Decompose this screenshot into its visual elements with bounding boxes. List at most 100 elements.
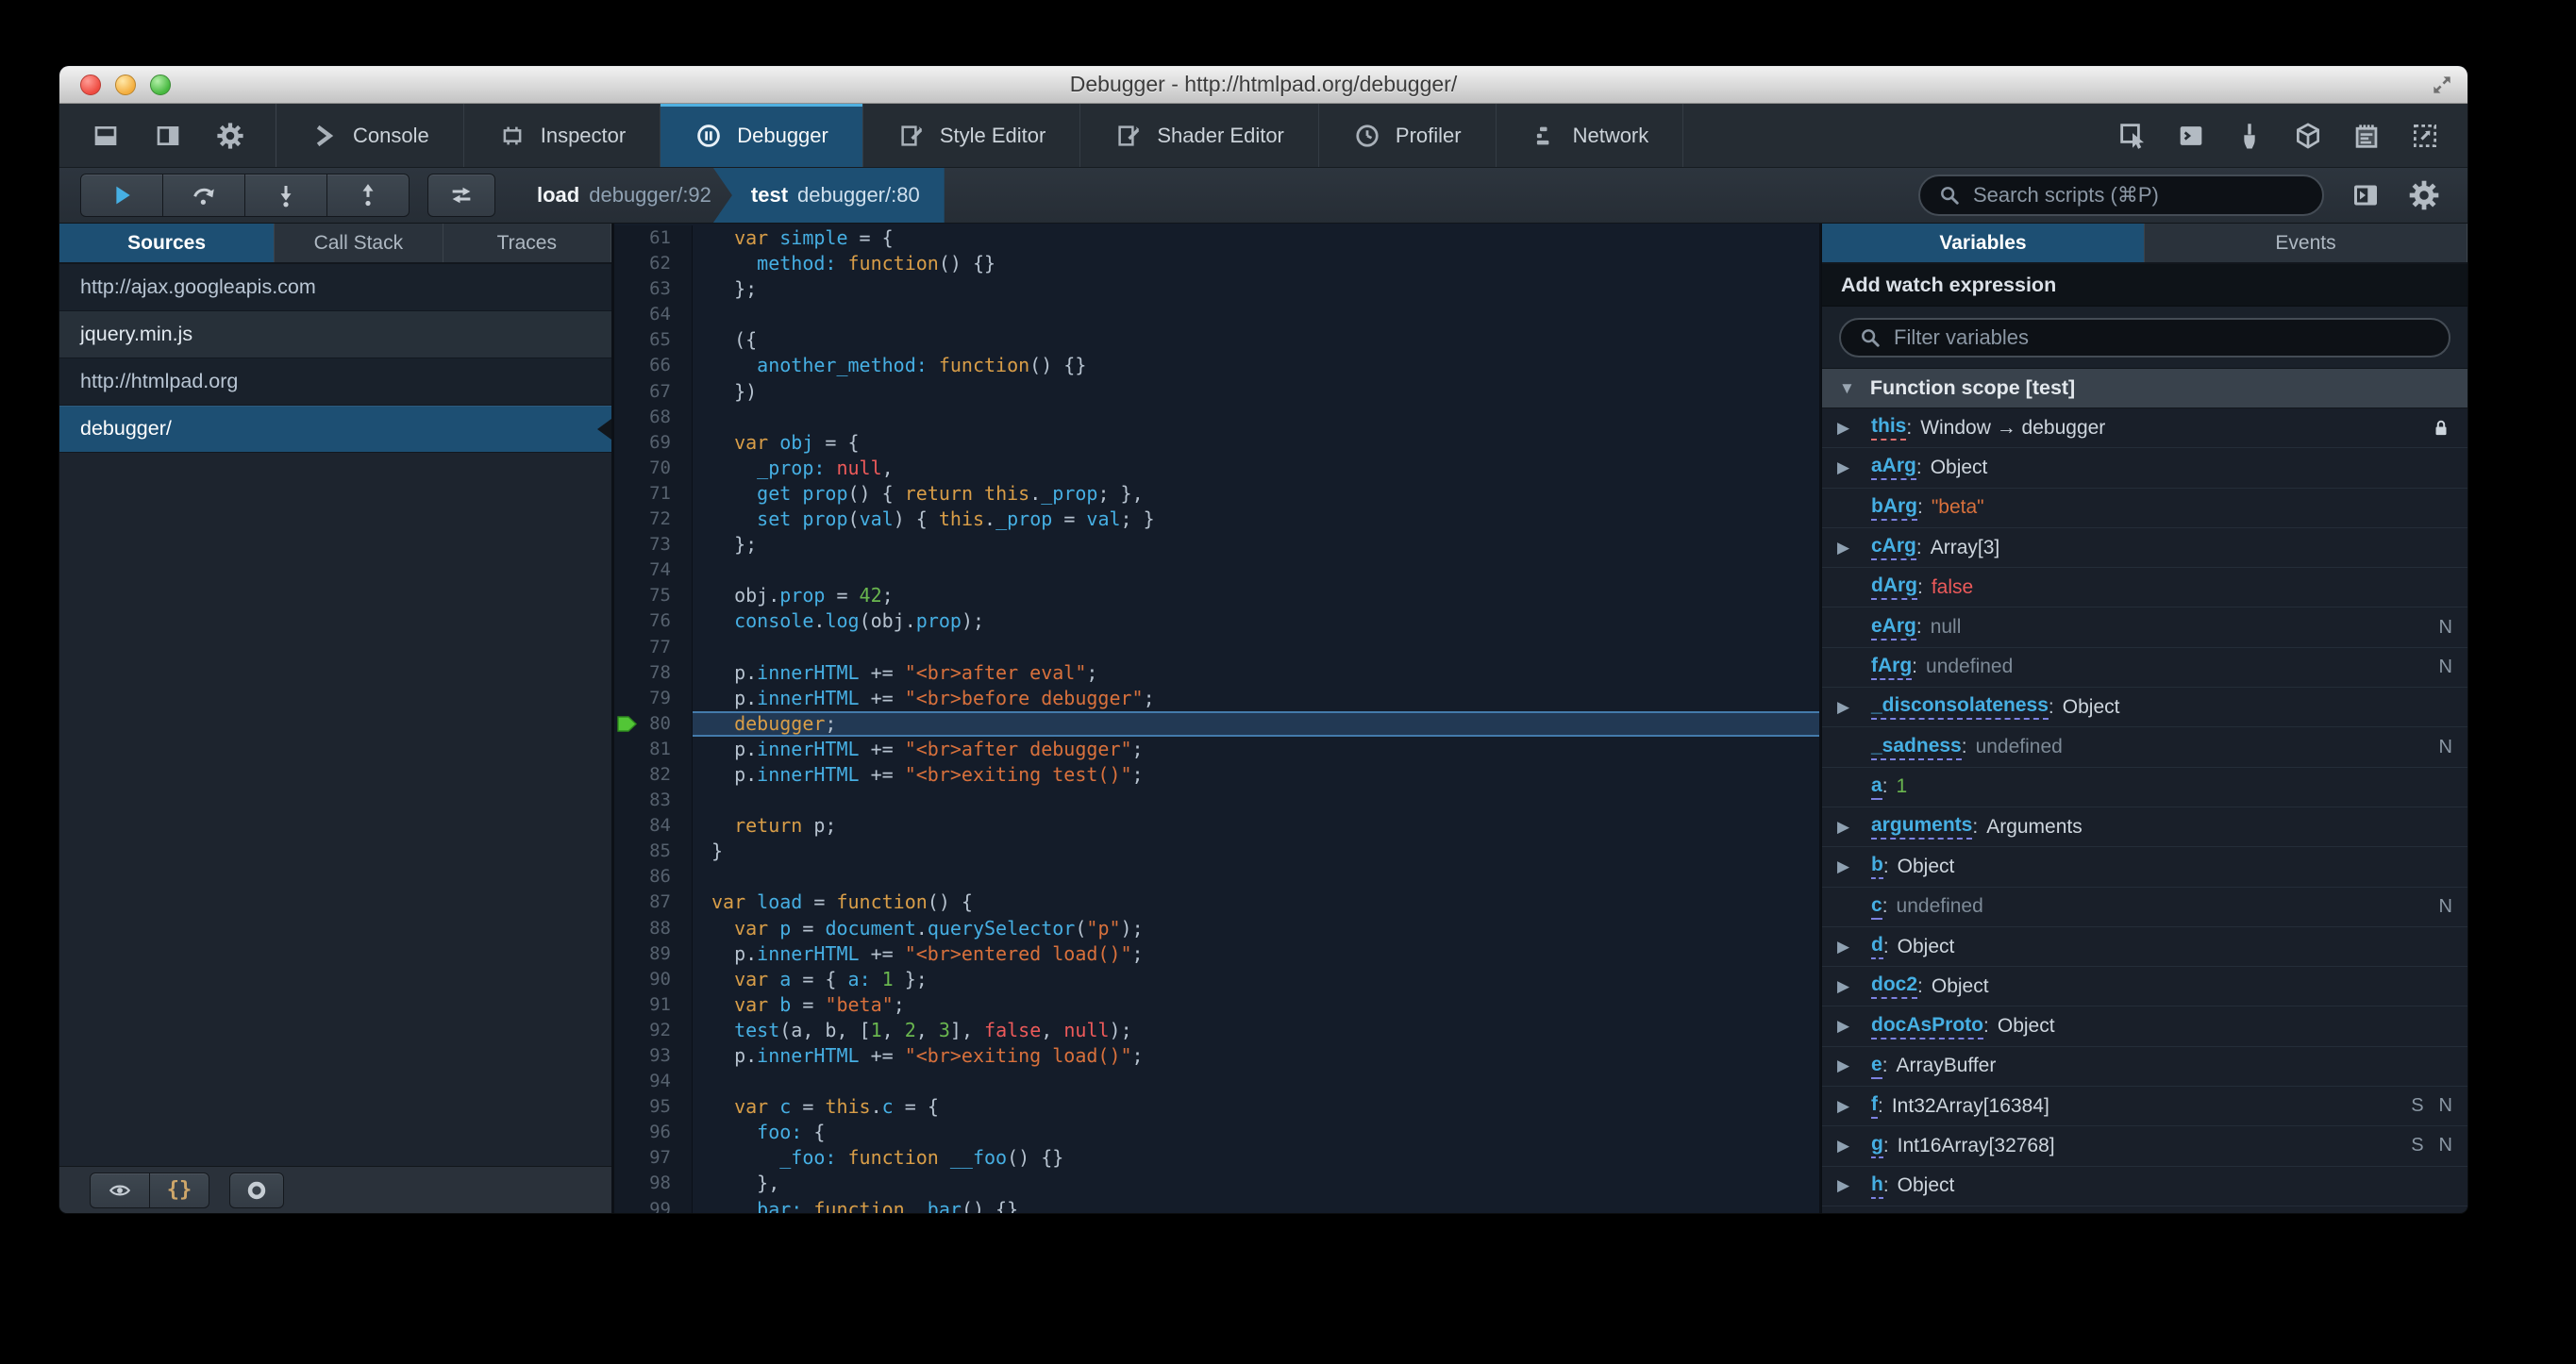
variables-tab-variables[interactable]: Variables <box>1822 224 2145 262</box>
code-text[interactable]: var a = { a: 1 }; <box>693 967 1819 992</box>
variable-row-earg[interactable]: eArg: null N <box>1822 607 2467 648</box>
code-text[interactable]: console.log(obj.prop); <box>693 608 1819 634</box>
paintbrush-icon[interactable] <box>2233 120 2266 152</box>
pick-element-icon[interactable] <box>2116 120 2149 152</box>
blackbox-toggle-button[interactable] <box>427 174 495 217</box>
code-text[interactable]: var b = "beta"; <box>693 992 1819 1018</box>
code-text[interactable] <box>693 302 1819 327</box>
gear-icon[interactable] <box>215 121 245 151</box>
code-text[interactable]: }; <box>693 532 1819 557</box>
sources-tab-sources[interactable]: Sources <box>59 224 276 262</box>
variable-value[interactable]: "beta" <box>1932 496 1984 519</box>
line-number-96[interactable]: 96 <box>614 1120 693 1146</box>
line-number-74[interactable]: 74 <box>614 557 693 584</box>
tab-debugger[interactable]: Debugger <box>661 104 863 167</box>
expand-arrow-icon[interactable]: ▶ <box>1837 539 1871 557</box>
variable-name[interactable]: a <box>1871 774 1882 800</box>
line-number-79[interactable]: 79 <box>614 685 693 711</box>
line-number-82[interactable]: 82 <box>614 761 693 789</box>
line-number-66[interactable]: 66 <box>614 353 693 379</box>
resume-button[interactable] <box>80 174 163 217</box>
variable-name[interactable]: f <box>1871 1093 1878 1120</box>
line-number-84[interactable]: 84 <box>614 813 693 840</box>
filter-variables-input[interactable] <box>1892 324 2432 351</box>
code-text[interactable] <box>693 864 1819 890</box>
line-number-94[interactable]: 94 <box>614 1069 693 1095</box>
variable-name[interactable]: aArg <box>1871 455 1916 481</box>
code-text[interactable]: } <box>693 839 1819 864</box>
code-text[interactable]: var c = this.c = { <box>693 1094 1819 1120</box>
expand-arrow-icon[interactable]: ▶ <box>1837 1056 1871 1075</box>
code-text[interactable]: another_method: function() {} <box>693 353 1819 378</box>
variable-row-docasproto[interactable]: ▶ docAsProto: Object <box>1822 1006 2467 1047</box>
variable-row-disconsolateness[interactable]: ▶ _disconsolateness: Object <box>1822 688 2467 728</box>
expand-arrow-icon[interactable]: ▶ <box>1837 1176 1871 1195</box>
zoom-window-button[interactable] <box>150 74 171 95</box>
breadcrumb-test-debugger-80[interactable]: test debugger/:80 <box>712 168 945 223</box>
code-text[interactable]: test(a, b, [1, 2, 3], false, null); <box>693 1018 1819 1043</box>
code-text[interactable]: get prop() { return this._prop; }, <box>693 481 1819 507</box>
add-watch-expression[interactable]: Add watch expression <box>1822 264 2467 307</box>
code-text[interactable]: obj.prop = 42; <box>693 583 1819 608</box>
code-text[interactable]: var obj = { <box>693 430 1819 456</box>
expand-arrow-icon[interactable]: ▶ <box>1837 1097 1871 1116</box>
variable-name[interactable]: docAsProto <box>1871 1014 1984 1040</box>
step-over-button[interactable] <box>162 174 245 217</box>
line-number-76[interactable]: 76 <box>614 608 693 635</box>
line-number-85[interactable]: 85 <box>614 839 693 865</box>
line-number-67[interactable]: 67 <box>614 378 693 405</box>
variable-name[interactable]: _sadness <box>1871 735 1962 760</box>
dock-bottom-icon[interactable] <box>91 121 121 151</box>
variable-value[interactable]: 1 <box>1897 775 1908 798</box>
code-text[interactable]: }, <box>693 1171 1819 1196</box>
variable-row-d[interactable]: ▶ d: Object <box>1822 927 2467 968</box>
code-text[interactable]: ({ <box>693 327 1819 353</box>
sources-tab-traces[interactable]: Traces <box>443 224 611 262</box>
code-text[interactable]: debugger; <box>693 710 1819 737</box>
variable-row-doc2[interactable]: ▶ doc2: Object <box>1822 967 2467 1007</box>
line-number-70[interactable]: 70 <box>614 455 693 481</box>
variable-name[interactable]: eArg <box>1871 615 1916 640</box>
source-item-http-htmlpad-org[interactable]: http://htmlpad.org <box>59 358 611 406</box>
expand-arrow-icon[interactable]: ▶ <box>1837 818 1871 837</box>
scope-header[interactable]: ▼ Function scope [test] <box>1822 369 2467 408</box>
variable-row-h[interactable]: ▶ h: Object <box>1822 1167 2467 1206</box>
code-text[interactable]: }; <box>693 276 1819 302</box>
expand-arrow-icon[interactable]: ▶ <box>1837 977 1871 996</box>
code-text[interactable] <box>693 788 1819 813</box>
code-text[interactable]: }) <box>693 379 1819 405</box>
line-number-73[interactable]: 73 <box>614 532 693 558</box>
blackbox-source-button[interactable] <box>90 1172 150 1208</box>
variable-value[interactable]: Object <box>1898 1174 1955 1197</box>
line-number-69[interactable]: 69 <box>614 429 693 456</box>
line-number-99[interactable]: 99 <box>614 1196 693 1213</box>
code-text[interactable] <box>693 1069 1819 1094</box>
variable-row-farg[interactable]: fArg: undefined N <box>1822 648 2467 689</box>
tab-shader-editor[interactable]: Shader Editor <box>1080 104 1319 167</box>
code-text[interactable]: p.innerHTML += "<br>exiting test()"; <box>693 762 1819 788</box>
line-number-95[interactable]: 95 <box>614 1094 693 1121</box>
tab-inspector[interactable]: Inspector <box>464 104 661 167</box>
variable-row-a[interactable]: a: 1 <box>1822 768 2467 807</box>
split-console-icon[interactable] <box>2175 120 2207 152</box>
variable-value[interactable]: undefined <box>1897 895 1983 918</box>
variable-row-aarg[interactable]: ▶ aArg: Object <box>1822 448 2467 489</box>
variable-value[interactable]: Array[3] <box>1931 537 2000 559</box>
variable-value[interactable]: ArrayBuffer <box>1897 1055 1997 1077</box>
code-text[interactable]: foo: { <box>693 1120 1819 1145</box>
toggle-panel-icon[interactable] <box>2349 178 2383 212</box>
variable-row-arguments[interactable]: ▶ arguments: Arguments <box>1822 807 2467 848</box>
variable-value[interactable]: Int16Array[32768] <box>1898 1135 2055 1157</box>
code-text[interactable]: bar: function _bar() {}, <box>693 1197 1819 1213</box>
expand-arrow-icon[interactable]: ▶ <box>1837 1137 1871 1156</box>
code-text[interactable] <box>693 557 1819 583</box>
line-number-62[interactable]: 62 <box>614 251 693 277</box>
code-text[interactable]: var load = function() { <box>693 890 1819 915</box>
sources-tab-call-stack[interactable]: Call Stack <box>275 224 443 262</box>
expand-arrow-icon[interactable]: ▶ <box>1837 938 1871 956</box>
line-number-78[interactable]: 78 <box>614 659 693 686</box>
source-item-debugger[interactable]: debugger/ <box>59 406 611 453</box>
variable-value[interactable]: undefined <box>1926 656 2013 678</box>
line-number-91[interactable]: 91 <box>614 991 693 1018</box>
line-number-87[interactable]: 87 <box>614 890 693 916</box>
